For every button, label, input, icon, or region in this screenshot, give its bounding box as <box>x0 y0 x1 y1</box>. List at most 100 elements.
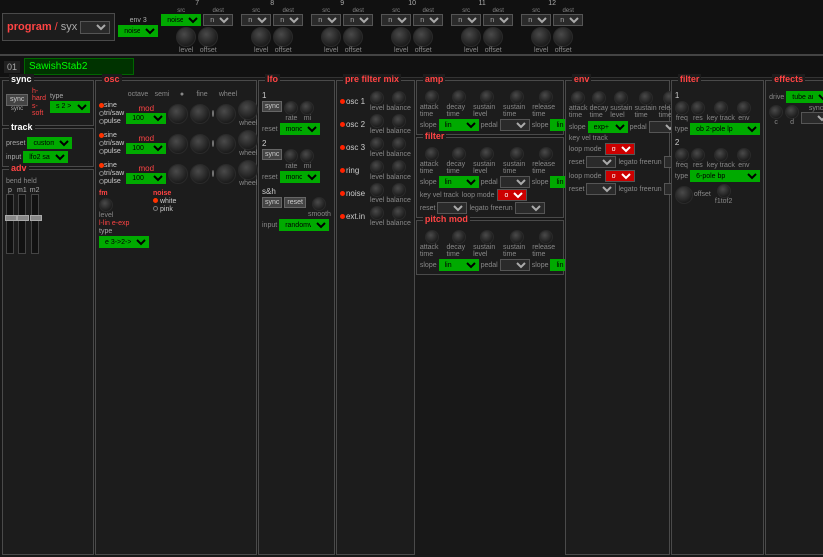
pfm-osc3-level-knob: level <box>370 137 384 158</box>
f1-type-dropdown[interactable]: ob 2-pole lp <box>690 123 760 135</box>
slot11-src[interactable]: none <box>451 14 481 26</box>
fenv-freerun-dropdown[interactable] <box>515 202 545 214</box>
track-input-dropdown[interactable]: lfo2 saw <box>23 151 68 163</box>
slot7-offset-knob: offset <box>198 27 218 54</box>
lfo2-sync-button[interactable]: sync <box>262 149 282 160</box>
osc2-semi-knob <box>190 134 210 154</box>
env-loop-mode-label: loop mode <box>569 146 602 153</box>
f2-type-dropdown[interactable]: 6-pole bp <box>690 170 760 182</box>
pfm-osc2-label: osc 2 <box>346 120 365 129</box>
slot-7: 7 src noiselvl dest none level offset <box>161 0 233 54</box>
amp-attack-knob: attack time <box>420 90 445 118</box>
slot8-src[interactable]: none <box>241 14 271 26</box>
slot10-dest[interactable]: none <box>413 14 443 26</box>
slot12-offset-knob: offset <box>553 27 573 54</box>
effects-c-knob: c <box>769 105 783 126</box>
sync-title: sync <box>9 74 34 84</box>
amp-pedal-dropdown[interactable] <box>500 119 530 131</box>
f2-res-knob: res <box>691 148 705 169</box>
fenv-loop-dropdown[interactable]: off <box>497 189 527 201</box>
fenv-reset-dropdown[interactable] <box>437 202 467 214</box>
pm-release-label: release time <box>532 244 560 258</box>
p-slider[interactable] <box>6 194 14 254</box>
m2-label: m2 <box>30 187 40 194</box>
slot7-src[interactable]: noiselvl <box>161 14 201 26</box>
lfo2-group: 2 sync rate mi reset mono <box>262 139 331 183</box>
fm-type-dropdown[interactable]: e 3->2->1 <box>99 236 149 248</box>
lfo2-reset-dropdown[interactable]: mono <box>280 171 320 183</box>
pfm-noise-level-knob: level <box>370 183 384 204</box>
osc-section: osc octave semi ● fine wheel sine <box>95 80 257 555</box>
env-sustain-level-knob: sustain level <box>610 91 632 119</box>
program-syx-box: program / syx <box>2 13 115 41</box>
env-slope-dropdown[interactable]: exp+ <box>588 121 628 133</box>
slot8-dest[interactable]: none <box>273 14 303 26</box>
top-row: program / syx env 3 noiselvl 7 src noise… <box>0 0 823 56</box>
env-loop2-dropdown[interactable]: off <box>605 170 635 182</box>
pm-slope-dropdown[interactable]: lin <box>439 259 479 271</box>
pm-pedal-dropdown[interactable] <box>500 259 530 271</box>
drive-label: drive <box>769 94 784 101</box>
patch-name-input[interactable] <box>24 58 134 75</box>
preset-dropdown[interactable]: custom <box>27 137 72 149</box>
m1-slider[interactable] <box>18 194 26 254</box>
slot9-level-knob: level <box>321 27 341 54</box>
slot9-src[interactable]: none <box>311 14 341 26</box>
sh-reset-button[interactable]: reset <box>284 197 306 208</box>
amp-pedal-label: pedal <box>481 122 498 129</box>
osc3-mod-dropdown[interactable]: 100 <box>126 173 166 184</box>
env-reset-dropdown[interactable] <box>586 156 616 168</box>
m2-slider[interactable] <box>31 194 39 254</box>
env-attack-knob: attack time <box>569 91 588 119</box>
fenv-decay-knob: decay time <box>446 147 471 175</box>
amp-slope-dropdown[interactable]: lin <box>439 119 479 131</box>
env3-dropdown[interactable]: noiselvl <box>118 25 158 37</box>
osc2-mod-dropdown[interactable]: 100 <box>126 143 166 154</box>
left-panel: sync sync sync h-hard s-soft type s 2 > … <box>2 80 94 555</box>
sync-button[interactable]: sync <box>6 94 28 106</box>
slot7-dest[interactable]: none <box>203 14 233 26</box>
sh-sync-button[interactable]: sync <box>262 197 282 208</box>
osc3-fine-dot[interactable] <box>212 170 214 177</box>
lfo1-reset-dropdown[interactable]: mono <box>280 123 320 135</box>
program-dropdown[interactable] <box>80 21 110 34</box>
f1tof2-label: f1tof2 <box>715 198 733 205</box>
slot11-dest[interactable]: none <box>483 14 513 26</box>
amp-release-knob: release time <box>532 90 560 118</box>
osc1-mod-dropdown[interactable]: 100 <box>126 113 166 124</box>
fenv-slope-dropdown[interactable]: lin <box>439 176 479 188</box>
filter-offset-knob[interactable] <box>675 186 693 204</box>
reset-label: reset <box>420 205 436 212</box>
amp-section: amp attack time decay time sustain level… <box>416 80 564 135</box>
sync-type-dropdown[interactable]: s 2 > 1 <box>50 101 90 113</box>
f2-type-label: type <box>675 173 688 180</box>
slot11-level-knob: level <box>461 27 481 54</box>
env2-reset-dropdown[interactable] <box>586 183 616 195</box>
env3-label: env 3 <box>130 17 147 24</box>
pfm-ring-balance-knob: balance <box>386 160 411 181</box>
slot9-offset-knob: offset <box>343 27 363 54</box>
pink-radio[interactable] <box>153 206 158 211</box>
effects-sync-dropdown[interactable] <box>801 112 823 124</box>
env-decay-knob: decay time <box>590 91 609 119</box>
osc2-sine-label: sine <box>104 132 117 139</box>
white-radio[interactable] <box>153 198 158 203</box>
osc2-led <box>340 122 345 127</box>
slot9-dest[interactable]: none <box>343 14 373 26</box>
sh-input-dropdown[interactable]: randomvoic <box>279 219 329 231</box>
drive-type-dropdown[interactable]: tube amp <box>786 91 823 103</box>
lfo1-sync-button[interactable]: sync <box>262 101 282 112</box>
fenv-release-label: release time <box>532 161 560 175</box>
fenv-attack-knob: attack time <box>420 147 445 175</box>
slot12-dest[interactable]: none <box>553 14 583 26</box>
osc1-fine-dot[interactable] <box>212 110 214 117</box>
slot12-src[interactable]: none <box>521 14 551 26</box>
filter-title: filter <box>678 74 702 84</box>
osc2-fine-dot[interactable] <box>212 140 214 147</box>
env-loop-dropdown[interactable]: off <box>605 143 635 155</box>
semi-header: semi <box>151 91 173 98</box>
env-reset-label: reset <box>569 159 585 166</box>
slot10-src[interactable]: none <box>381 14 411 26</box>
f2-keytrack-knob: key track <box>707 148 735 169</box>
fenv-pedal-dropdown[interactable] <box>500 176 530 188</box>
